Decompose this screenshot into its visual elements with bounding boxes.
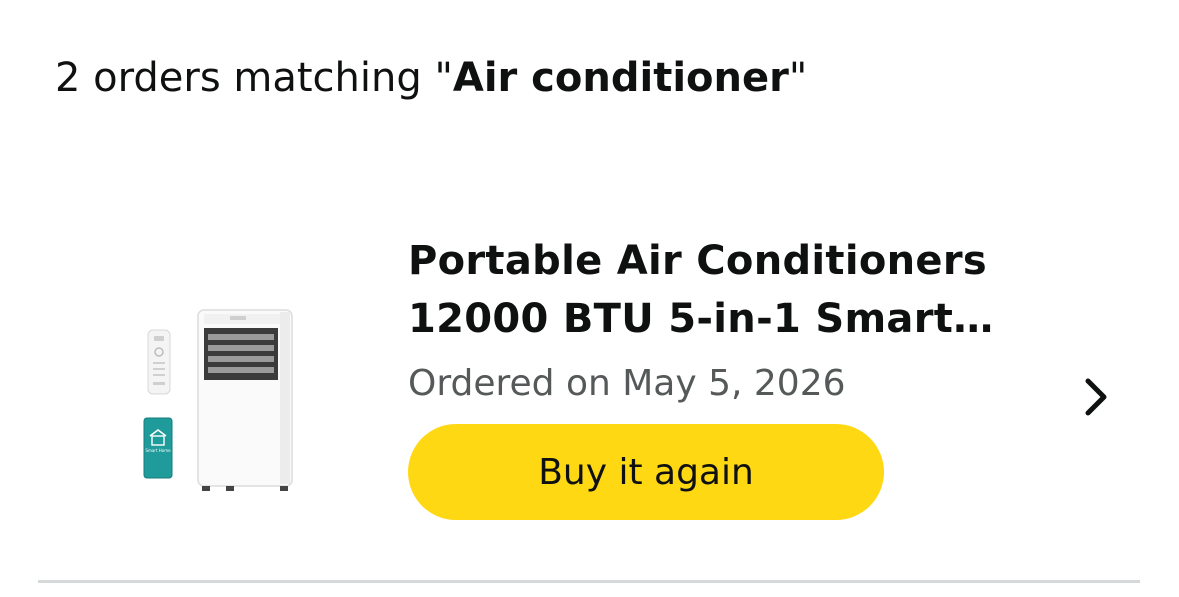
product-title[interactable]: Portable Air Conditioners 12000 BTU 5-in… <box>408 232 1028 348</box>
order-date: Ordered on May 5, 2026 <box>408 363 846 404</box>
search-results-header: 2 orders matching "Air conditioner" <box>55 52 807 104</box>
buy-it-again-button[interactable]: Buy it again <box>408 424 884 520</box>
results-prefix: 2 orders matching " <box>55 55 453 101</box>
chevron-right-icon[interactable] <box>1076 375 1116 419</box>
divider <box>38 580 1140 583</box>
air-conditioner-unit <box>197 309 293 491</box>
phone-screen-text: Smart Home <box>145 448 171 453</box>
order-card[interactable]: Smart Home Portable Air Conditioners 120… <box>0 200 1179 570</box>
smartphone: Smart Home <box>143 417 173 479</box>
order-info: Portable Air Conditioners 12000 BTU 5-in… <box>408 232 1048 520</box>
remote-control <box>147 329 171 395</box>
search-query: Air conditioner <box>452 55 789 101</box>
product-image[interactable]: Smart Home <box>130 300 310 500</box>
results-suffix: " <box>788 55 808 101</box>
